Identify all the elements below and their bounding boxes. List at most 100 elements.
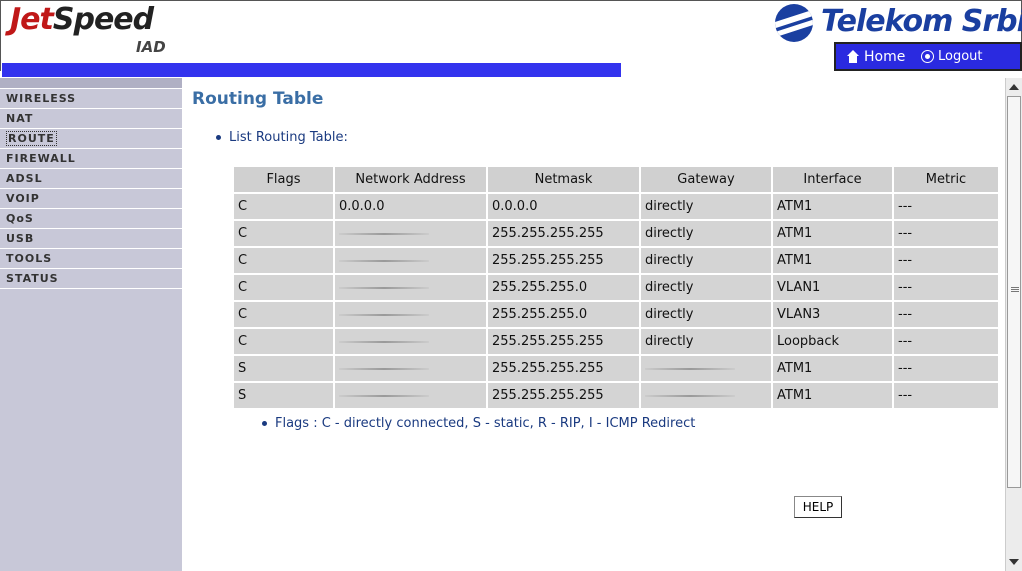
home-icon bbox=[846, 50, 860, 64]
main-content: Routing Table List Routing Table: Flags … bbox=[182, 78, 1005, 571]
top-nav: Home Logout bbox=[834, 42, 1022, 71]
routing-table: Flags Network Address Netmask Gateway In… bbox=[232, 165, 1000, 410]
bullet-icon bbox=[216, 135, 221, 140]
header-network-address: Network Address bbox=[335, 167, 486, 192]
logout-link[interactable]: Logout bbox=[921, 49, 983, 64]
sidebar-item-label: FIREWALL bbox=[6, 152, 76, 165]
logout-label: Logout bbox=[938, 49, 983, 64]
cell-interface: ATM1 bbox=[773, 356, 892, 381]
redacted-value bbox=[645, 394, 735, 397]
home-label: Home bbox=[864, 49, 906, 65]
sidebar-item-label: WIRELESS bbox=[6, 92, 77, 105]
table-row: S 255.255.255.255 ATM1 --- bbox=[234, 356, 998, 381]
sidebar-item-label: VOIP bbox=[6, 192, 40, 205]
cell-flags: S bbox=[234, 383, 333, 408]
cell-gateway: directly bbox=[641, 302, 771, 327]
logo-text-speed: Speed bbox=[52, 2, 154, 37]
cell-gateway: directly bbox=[641, 275, 771, 300]
table-row: C 255.255.255.0 directly VLAN3 --- bbox=[234, 302, 998, 327]
cell-interface: Loopback bbox=[773, 329, 892, 354]
cell-netmask: 255.255.255.255 bbox=[488, 383, 639, 408]
table-row: C 0.0.0.0 0.0.0.0 directly ATM1 --- bbox=[234, 194, 998, 219]
logout-icon bbox=[921, 50, 934, 63]
scrollbar-thumb[interactable] bbox=[1007, 96, 1021, 488]
sidebar-item-voip[interactable]: VOIP bbox=[0, 188, 182, 208]
table-row: C 255.255.255.0 directly VLAN1 --- bbox=[234, 275, 998, 300]
cell-gateway bbox=[641, 356, 771, 381]
grip-icon bbox=[1011, 287, 1019, 288]
cell-flags: C bbox=[234, 221, 333, 246]
sidebar-item-firewall[interactable]: FIREWALL bbox=[0, 148, 182, 168]
header-interface: Interface bbox=[773, 167, 892, 192]
flags-legend: Flags : C - directly connected, S - stat… bbox=[262, 416, 695, 431]
cell-flags: C bbox=[234, 275, 333, 300]
cell-netmask: 255.255.255.255 bbox=[488, 248, 639, 273]
cell-interface: ATM1 bbox=[773, 248, 892, 273]
cell-netmask: 255.255.255.0 bbox=[488, 302, 639, 327]
sidebar-item-label: ROUTE bbox=[6, 131, 57, 146]
sidebar-item-status[interactable]: STATUS bbox=[0, 268, 182, 289]
scroll-up-icon[interactable] bbox=[1009, 84, 1019, 90]
table-row: S 255.255.255.255 ATM1 --- bbox=[234, 383, 998, 408]
logo-text-jet: Jet bbox=[10, 2, 54, 37]
page-title: Routing Table bbox=[192, 89, 324, 109]
cell-netmask: 255.255.255.255 bbox=[488, 356, 639, 381]
list-routing-label: List Routing Table: bbox=[216, 130, 348, 145]
cell-metric: --- bbox=[894, 248, 998, 273]
scroll-down-icon[interactable] bbox=[1009, 559, 1019, 565]
cell-gateway: directly bbox=[641, 329, 771, 354]
sidebar-item-nat[interactable]: NAT bbox=[0, 108, 182, 128]
cell-network-address: 0.0.0.0 bbox=[335, 194, 486, 219]
redacted-value bbox=[339, 340, 429, 343]
sidebar-item-label: USB bbox=[6, 232, 35, 245]
sidebar-item-label: ADSL bbox=[6, 172, 43, 185]
cell-flags: S bbox=[234, 356, 333, 381]
redacted-value bbox=[339, 313, 429, 316]
cell-interface: VLAN3 bbox=[773, 302, 892, 327]
sidebar-item-route[interactable]: ROUTE bbox=[0, 128, 182, 148]
cell-netmask: 0.0.0.0 bbox=[488, 194, 639, 219]
cell-metric: --- bbox=[894, 221, 998, 246]
table-row: C 255.255.255.255 directly ATM1 --- bbox=[234, 221, 998, 246]
sidebar-item-qos[interactable]: QoS bbox=[0, 208, 182, 228]
cell-network-address bbox=[335, 383, 486, 408]
cell-network-address bbox=[335, 221, 486, 246]
cell-netmask: 255.255.255.255 bbox=[488, 329, 639, 354]
cell-network-address bbox=[335, 356, 486, 381]
sidebar: WIRELESS NAT ROUTE FIREWALL ADSL VOIP Qo… bbox=[0, 78, 182, 571]
cell-gateway: directly bbox=[641, 194, 771, 219]
cell-network-address bbox=[335, 248, 486, 273]
cell-network-address bbox=[335, 275, 486, 300]
header-netmask: Netmask bbox=[488, 167, 639, 192]
cell-network-address bbox=[335, 302, 486, 327]
cell-metric: --- bbox=[894, 356, 998, 381]
table-row: C 255.255.255.255 directly Loopback --- bbox=[234, 329, 998, 354]
cell-metric: --- bbox=[894, 383, 998, 408]
sidebar-item-adsl[interactable]: ADSL bbox=[0, 168, 182, 188]
cell-metric: --- bbox=[894, 302, 998, 327]
sidebar-header bbox=[0, 78, 182, 88]
header-flags: Flags bbox=[234, 167, 333, 192]
header-accent-bar bbox=[2, 63, 621, 77]
sidebar-item-usb[interactable]: USB bbox=[0, 228, 182, 248]
vertical-scrollbar[interactable] bbox=[1005, 78, 1022, 571]
cell-metric: --- bbox=[894, 194, 998, 219]
cell-metric: --- bbox=[894, 275, 998, 300]
help-button[interactable]: HELP bbox=[794, 496, 842, 518]
cell-metric: --- bbox=[894, 329, 998, 354]
sidebar-item-wireless[interactable]: WIRELESS bbox=[0, 88, 182, 108]
bullet-icon bbox=[262, 421, 267, 426]
header-gateway: Gateway bbox=[641, 167, 771, 192]
home-link[interactable]: Home bbox=[846, 49, 905, 65]
sidebar-item-tools[interactable]: TOOLS bbox=[0, 248, 182, 268]
logo-subtitle: IAD bbox=[136, 38, 166, 56]
flags-legend-text: Flags : C - directly connected, S - stat… bbox=[275, 416, 696, 431]
cell-network-address bbox=[335, 329, 486, 354]
list-routing-text: List Routing Table: bbox=[229, 130, 348, 145]
redacted-value bbox=[339, 367, 429, 370]
header-metric: Metric bbox=[894, 167, 998, 192]
cell-gateway bbox=[641, 383, 771, 408]
cell-netmask: 255.255.255.0 bbox=[488, 275, 639, 300]
cell-interface: VLAN1 bbox=[773, 275, 892, 300]
cell-gateway: directly bbox=[641, 221, 771, 246]
